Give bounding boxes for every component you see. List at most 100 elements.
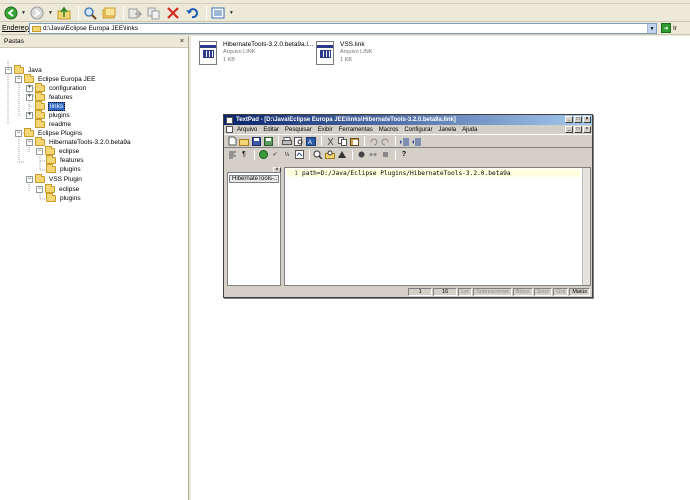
menu-janela[interactable]: Janela [438,127,456,133]
doc-restore-icon[interactable]: □ [574,126,582,133]
forward-dropdown-icon[interactable]: ▼ [48,10,53,16]
tree-item-label[interactable]: readme [48,121,72,128]
play-macro-icon[interactable] [368,150,378,160]
text-editor[interactable]: 1 path=D:/Java/Eclipse Plugins/Hibernate… [284,167,591,286]
doc-close-icon[interactable]: × [583,126,591,133]
back-icon[interactable] [2,5,19,21]
paragraph-icon[interactable]: ¶ [239,150,249,160]
tree-item-label[interactable]: VSS Plugin [48,176,83,183]
tree-item[interactable]: readme [35,119,72,129]
find-icon[interactable] [313,150,323,160]
undo-icon[interactable] [368,136,378,146]
compare-icon[interactable] [294,150,304,160]
tree-item-label[interactable]: features [59,157,85,164]
tree-item-label[interactable]: Eclipse Plugins [37,130,83,137]
copy-to-icon[interactable] [146,5,163,21]
menu-arquivo[interactable]: Arquivo [237,127,257,133]
editor-line[interactable]: 1 path=D:/Java/Eclipse Plugins/Hibernate… [287,169,580,177]
sort-icon[interactable] [227,150,237,160]
find-in-files-icon[interactable] [325,150,335,160]
tree-item[interactable]: − Eclipse Europa JEE [15,74,96,84]
go-arrow-icon[interactable]: ➜ [661,23,671,33]
vertical-scrollbar[interactable] [582,168,590,285]
doc-minimize-icon[interactable]: _ [565,126,573,133]
close-icon[interactable]: × [583,116,591,123]
tree-item-label[interactable]: HibernateTools-3.2.0.beta9a [48,139,132,146]
record-macro-icon[interactable] [356,150,366,160]
menu-editar[interactable]: Editar [263,127,279,133]
file-name[interactable]: HibernateTools-3.2.0.beta9a.l... [223,41,313,48]
views-dropdown-icon[interactable]: ▼ [229,10,234,16]
tree-item[interactable]: − HibernateTools-3.2.0.beta9a [26,137,132,147]
open-folder-icon[interactable] [239,136,249,146]
menu-configurar[interactable]: Configurar [404,127,432,133]
forward-icon[interactable] [29,5,46,21]
address-dropdown-icon[interactable]: ▼ [647,24,656,33]
new-file-icon[interactable] [227,136,237,146]
line-text[interactable]: path=D:/Java/Eclipse Plugins/HibernateTo… [302,170,511,177]
tree-item-label[interactable]: plugins [59,195,82,202]
tree-item[interactable]: − eclipse [36,146,80,156]
save-icon[interactable] [251,136,261,146]
tree-item[interactable]: − eclipse [36,184,80,194]
file-name[interactable]: VSS.link [340,41,372,48]
expand-icon[interactable]: + [26,85,33,92]
go-label[interactable]: Ir [673,25,677,32]
indent-icon[interactable] [399,136,409,146]
undo-icon[interactable] [184,5,201,21]
paste-icon[interactable] [349,136,359,146]
minimize-icon[interactable]: _ [565,116,573,123]
go-button[interactable]: ➜ Ir [661,23,677,33]
file-item[interactable]: HibernateTools-3.2.0.beta9a.l... Arquivo… [199,41,313,65]
document-icon[interactable] [226,126,233,133]
up-folder-icon[interactable] [56,5,73,21]
maximize-icon[interactable]: □ [574,116,582,123]
tree-item[interactable]: − Eclipse Plugins [15,128,83,138]
print-icon[interactable] [282,136,292,146]
close-icon[interactable]: × [180,38,184,45]
redo-icon[interactable] [380,136,390,146]
stop-macro-icon[interactable] [380,150,390,160]
tree-item-label[interactable]: links [48,102,66,111]
tree-item[interactable]: plugins [46,193,82,203]
tree-item-label[interactable]: configuration [48,85,87,92]
help-icon[interactable]: ? [399,150,409,160]
tree-item[interactable]: plugins [46,164,82,174]
print-preview-icon[interactable] [294,136,304,146]
tree-item-label[interactable]: Eclipse Europa JEE [37,76,96,83]
copy-icon[interactable] [337,136,347,146]
spellcheck-icon[interactable]: ✓ [270,150,280,160]
save-all-icon[interactable] [263,136,273,146]
tree-item-label[interactable]: Java [27,67,43,74]
menu-macros[interactable]: Macros [379,127,399,133]
collapse-icon[interactable]: − [26,176,33,183]
collapse-icon[interactable]: − [36,186,43,193]
expand-icon[interactable]: + [26,94,33,101]
address-value[interactable]: d:\Java\Eclipse Europa JEE\links [43,25,138,32]
collapse-icon[interactable]: − [5,67,12,74]
collapse-icon[interactable]: − [15,130,22,137]
tree-item[interactable]: − VSS Plugin [26,174,83,184]
delete-icon[interactable] [165,5,182,21]
browser-icon[interactable] [258,150,268,160]
textpad-titlebar[interactable]: TextPad - [D:\Java\Eclipse Europa JEE\li… [224,115,592,125]
menu-pesquisar[interactable]: Pesquisar [285,127,312,133]
word-count-icon[interactable]: ¼ [282,150,292,160]
tree-item-label[interactable]: plugins [59,166,82,173]
address-input[interactable]: d:\Java\Eclipse Europa JEE\links ▼ [29,23,657,34]
views-icon[interactable] [210,5,227,21]
back-dropdown-icon[interactable]: ▼ [21,10,26,16]
collapse-icon[interactable]: − [15,76,22,83]
collapse-icon[interactable]: − [36,148,43,155]
menu-exibir[interactable]: Exibir [318,127,333,133]
tree-item-label[interactable]: plugins [48,112,71,119]
tree-item-label[interactable]: eclipse [58,186,80,193]
folders-icon[interactable] [101,5,118,21]
collapse-icon[interactable]: − [26,139,33,146]
menu-ajuda[interactable]: Ajuda [462,127,477,133]
tree-item-label[interactable]: eclipse [58,148,80,155]
tree-item[interactable]: + features [26,92,74,102]
cut-icon[interactable] [325,136,335,146]
file-item[interactable]: VSS.link Arquivo LINK 1 KB [316,41,372,65]
move-to-icon[interactable] [127,5,144,21]
